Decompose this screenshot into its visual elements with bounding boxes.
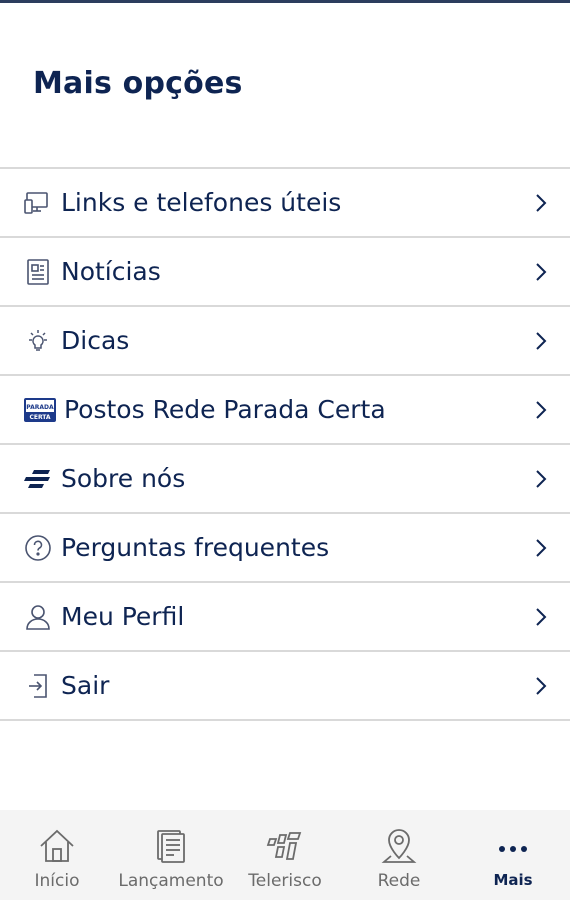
page-title: Mais opções: [33, 66, 243, 101]
telerisco-icon: [265, 826, 305, 866]
svg-text:PARADA: PARADA: [26, 404, 54, 411]
nav-item-rede[interactable]: Rede: [342, 810, 456, 900]
nav-item-mais[interactable]: Mais: [456, 810, 570, 900]
nav-label: Início: [34, 871, 80, 891]
user-icon: [24, 603, 52, 631]
top-accent-line: [0, 0, 570, 3]
menu-item-postos-rede[interactable]: PARADA CERTA Postos Rede Parada Certa: [0, 376, 570, 445]
menu-item-label: Dicas: [61, 326, 130, 355]
chevron-right-icon: [536, 262, 547, 281]
options-menu: Links e telefones úteis Notícias Dicas P…: [0, 167, 570, 721]
menu-item-label: Notícias: [61, 257, 161, 286]
menu-item-label: Links e telefones úteis: [61, 188, 342, 217]
menu-item-links-telefones[interactable]: Links e telefones úteis: [0, 169, 570, 238]
menu-item-meu-perfil[interactable]: Meu Perfil: [0, 583, 570, 652]
chevron-right-icon: [536, 676, 547, 695]
menu-item-label: Meu Perfil: [61, 602, 185, 631]
newspaper-icon: [24, 258, 52, 286]
chevron-right-icon: [536, 400, 547, 419]
home-icon: [37, 826, 77, 866]
location-pin-icon: [379, 826, 419, 866]
chevron-right-icon: [536, 469, 547, 488]
document-icon: [151, 826, 191, 866]
menu-item-label: Postos Rede Parada Certa: [64, 395, 386, 424]
nav-label: Rede: [377, 871, 421, 891]
svg-text:CERTA: CERTA: [29, 414, 50, 421]
parada-certa-logo-icon: PARADA CERTA: [23, 396, 57, 424]
nav-label: Lançamento: [118, 871, 224, 891]
menu-item-sobre-nos[interactable]: Sobre nós: [0, 445, 570, 514]
monitor-phone-icon: [24, 189, 52, 217]
menu-item-perguntas-frequentes[interactable]: Perguntas frequentes: [0, 514, 570, 583]
menu-item-noticias[interactable]: Notícias: [0, 238, 570, 307]
menu-item-label: Sair: [61, 671, 110, 700]
chevron-right-icon: [536, 331, 547, 350]
bottom-navigation: Início Lançamento Telerisco Rede Mais: [0, 810, 570, 900]
chevron-right-icon: [536, 193, 547, 212]
nav-label: Mais: [493, 871, 533, 889]
menu-item-label: Sobre nós: [61, 464, 186, 493]
nav-item-inicio[interactable]: Início: [0, 810, 114, 900]
question-circle-icon: [24, 534, 52, 562]
nav-item-lancamento[interactable]: Lançamento: [114, 810, 228, 900]
menu-item-label: Perguntas frequentes: [61, 533, 330, 562]
more-dots-icon: [493, 826, 533, 866]
nav-item-telerisco[interactable]: Telerisco: [228, 810, 342, 900]
nav-label: Telerisco: [248, 871, 322, 891]
chevron-right-icon: [536, 538, 547, 557]
menu-item-sair[interactable]: Sair: [0, 652, 570, 721]
menu-item-dicas[interactable]: Dicas: [0, 307, 570, 376]
lightbulb-icon: [24, 327, 52, 355]
brand-stripes-icon: [24, 465, 52, 493]
exit-icon: [24, 672, 52, 700]
chevron-right-icon: [536, 607, 547, 626]
